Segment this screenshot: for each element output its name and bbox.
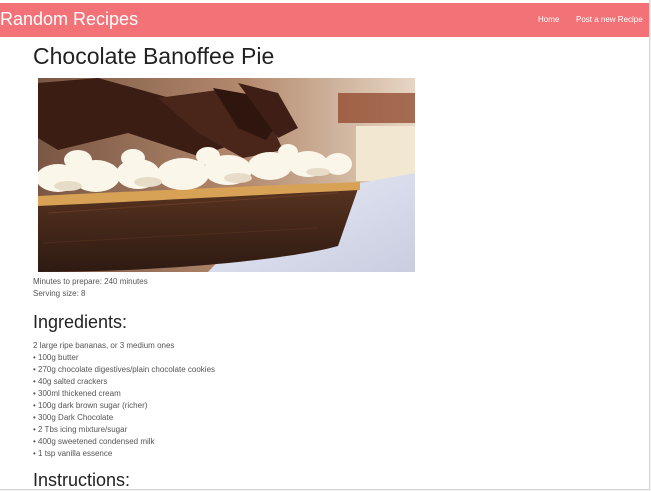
recipe-image <box>38 78 415 272</box>
ingredient-item: • 1 tsp vanilla essence <box>33 449 113 458</box>
ingredients-list: 2 large ripe bananas, or 3 medium ones •… <box>33 340 215 460</box>
ingredient-item: • 300g Dark Chocolate <box>33 413 114 422</box>
serving-size: Serving size: 8 <box>33 289 86 298</box>
instructions-heading: Instructions: <box>33 470 131 490</box>
ingredient-item: 2 large ripe bananas, or 3 medium ones <box>33 341 175 350</box>
ingredient-item: • 40g salted crackers <box>33 377 108 386</box>
ingredient-item: • 2 Tbs icing mixture/sugar <box>33 425 128 434</box>
ingredient-item: • 100g dark brown sugar (richer) <box>33 401 148 410</box>
ingredient-item: • 100g butter <box>33 353 79 362</box>
ingredient-item: • 300ml thickened cream <box>33 389 121 398</box>
prep-time: Minutes to prepare: 240 minutes <box>33 277 148 286</box>
nav-link-home[interactable]: Home <box>538 15 559 24</box>
nav-link-post-recipe[interactable]: Post a new Recipe <box>576 15 643 24</box>
browser-viewport: Random Recipes Home Post a new Recipe Ch… <box>0 0 650 490</box>
navbar: Random Recipes Home Post a new Recipe <box>0 3 649 37</box>
ingredient-item: • 270g chocolate digestives/plain chocol… <box>33 365 216 374</box>
ingredients-heading: Ingredients: <box>33 312 128 332</box>
ingredient-item: • 400g sweetened condensed milk <box>33 437 155 446</box>
brand-link[interactable]: Random Recipes <box>0 9 138 30</box>
recipe-title: Chocolate Banoffee Pie <box>33 43 275 69</box>
